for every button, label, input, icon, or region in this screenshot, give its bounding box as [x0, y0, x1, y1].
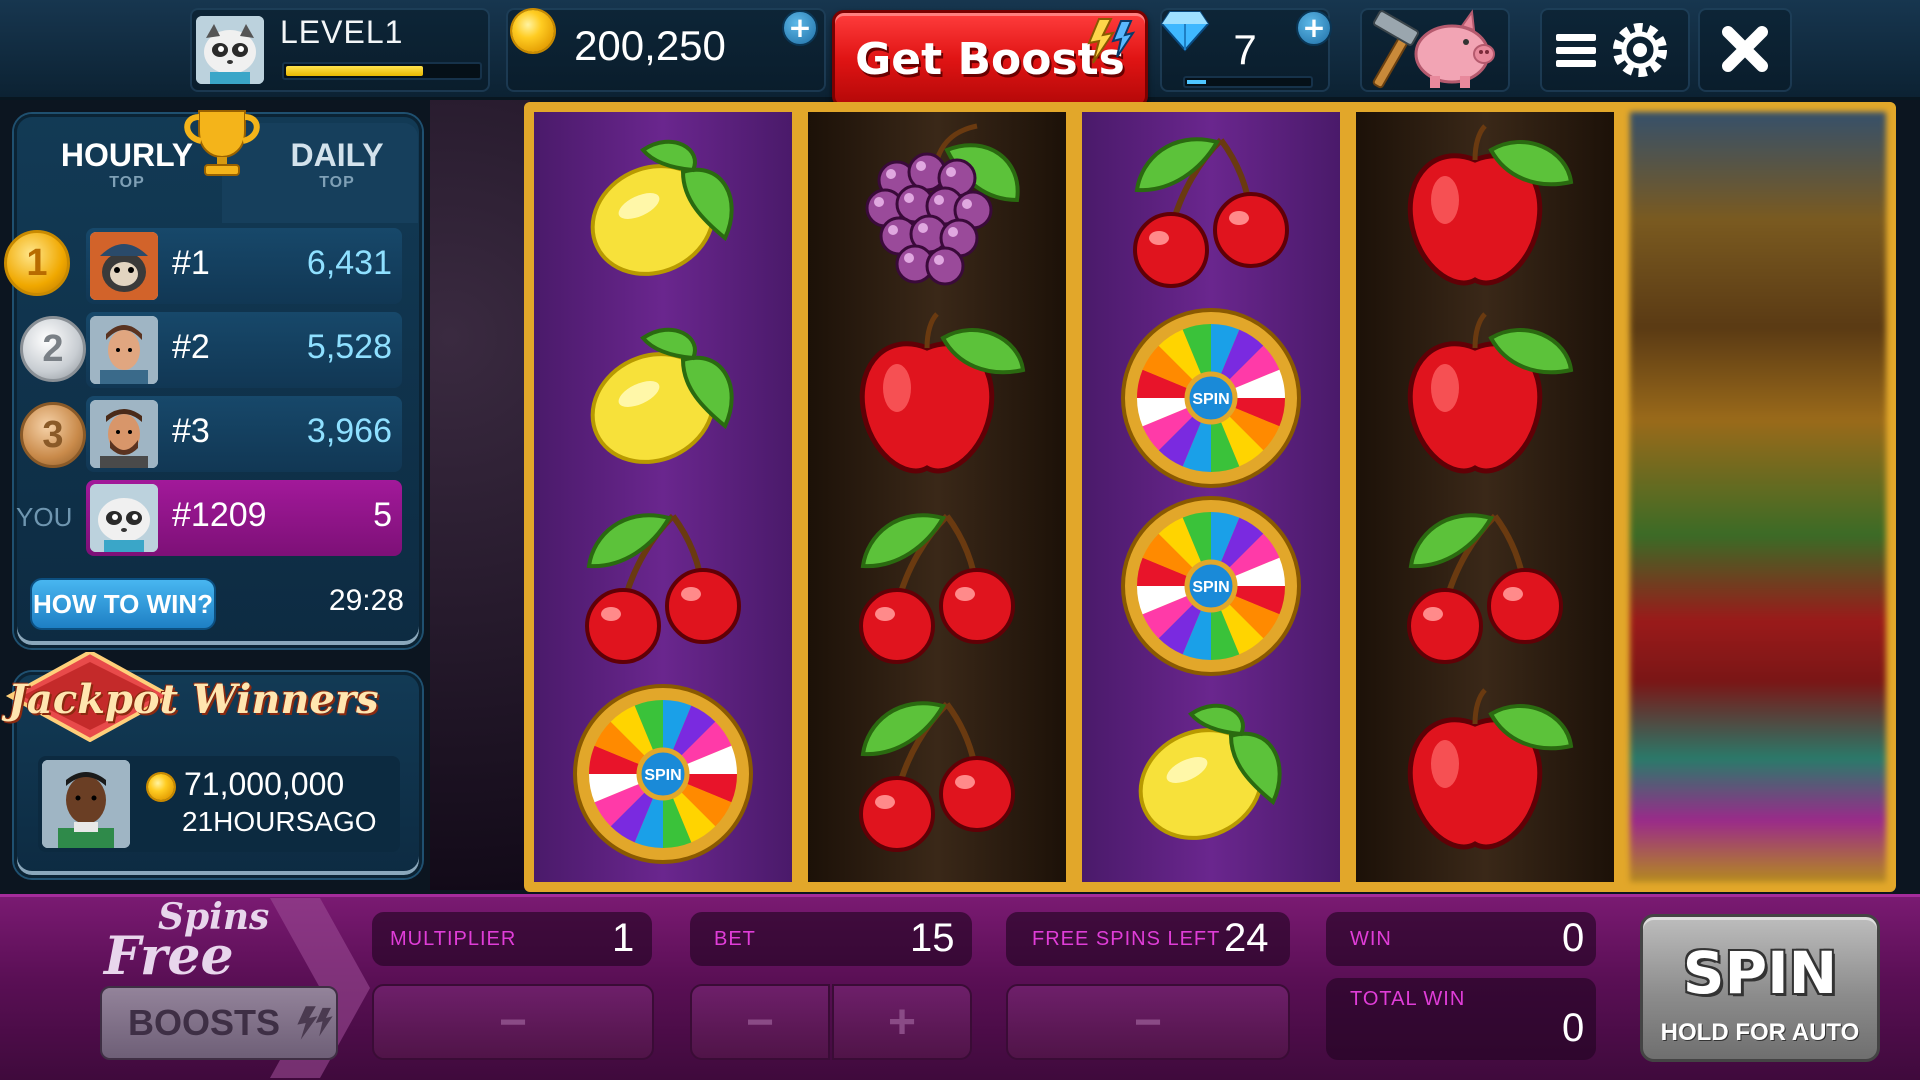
bet-increase-button[interactable]: + — [832, 984, 972, 1060]
reel-1: SPIN — [534, 112, 792, 882]
tab-daily-label: DAILY — [290, 137, 384, 173]
medal-2-label: 2 — [42, 327, 64, 370]
lemon-icon — [1101, 684, 1321, 864]
leaderboard-row: #3 3,966 — [86, 396, 402, 472]
leaderboard-row: #2 5,528 — [86, 312, 402, 388]
coin-icon — [512, 10, 554, 52]
apple-icon — [827, 308, 1047, 488]
level-label: LEVEL1 — [280, 14, 404, 50]
free-spins-left-label: FREE SPINS LEFT — [1032, 928, 1221, 950]
close-button[interactable] — [1698, 8, 1792, 92]
cherry-icon — [827, 684, 1047, 864]
your-rank-row: #1209 5 — [86, 480, 402, 556]
coins-balance: 200,250 — [574, 22, 726, 69]
spin-label: SPIN — [1682, 939, 1838, 1007]
boosts-button[interactable]: BOOSTS — [100, 986, 338, 1060]
gem-progress-fill — [1187, 80, 1206, 84]
leaderboard-timer: 29:28 — [328, 584, 404, 617]
cherry-icon — [1101, 120, 1321, 300]
spin-button[interactable]: SPIN HOLD FOR AUTO — [1640, 914, 1880, 1062]
rank-number: #3 — [172, 412, 210, 450]
wheel-icon: SPIN — [1101, 496, 1321, 676]
rank-score: 5,528 — [306, 328, 392, 366]
svg-text:SPIN: SPIN — [1192, 579, 1229, 596]
your-rank-number: #1209 — [172, 496, 267, 534]
gem-progress-bar — [1183, 76, 1313, 88]
gems-balance: 7 — [1233, 26, 1257, 73]
cherry-icon — [1375, 496, 1595, 676]
multiplier-decrease-button[interactable]: − — [372, 984, 654, 1060]
cherry-icon — [553, 496, 773, 676]
spin-sub-label: HOLD FOR AUTO — [1660, 1019, 1860, 1046]
lemon-icon — [553, 120, 773, 300]
free-spins-bottom-text: Free — [104, 926, 234, 987]
coin-icon — [148, 774, 174, 800]
multiplier-label: MULTIPLIER — [390, 928, 517, 950]
apple-icon — [1375, 120, 1595, 300]
you-label: YOU — [16, 502, 73, 532]
rank-number: #1 — [172, 244, 210, 282]
avatar — [90, 232, 158, 300]
tab-daily[interactable]: DAILY TOP — [247, 137, 427, 192]
player-avatar[interactable] — [196, 16, 264, 84]
cherry-icon — [827, 496, 1047, 676]
tab-daily-sub: TOP — [319, 174, 355, 191]
wheel-icon: SPIN — [1101, 308, 1321, 488]
medal-3-label: 3 — [42, 413, 64, 456]
close-icon — [1722, 26, 1768, 72]
avatar — [90, 316, 158, 384]
spinning-reel — [1630, 112, 1886, 882]
reel-2 — [808, 112, 1066, 882]
jackpot-winner-avatar — [42, 760, 130, 848]
free-spins-left-value: 24 — [1224, 916, 1269, 960]
your-score: 5 — [373, 496, 392, 534]
apple-icon — [1375, 684, 1595, 864]
trophy-icon — [184, 110, 260, 176]
level-progress-fill — [286, 66, 424, 76]
total-win-value: 0 — [1562, 1006, 1585, 1050]
menu-settings-button[interactable] — [1540, 8, 1690, 92]
get-boosts-button[interactable]: Get Boosts — [832, 10, 1148, 108]
rank-score: 3,966 — [306, 412, 392, 450]
avatar — [90, 400, 158, 468]
free-spins-decrease-button[interactable]: − — [1006, 984, 1290, 1060]
jackpot-winners-title: Jackpot Winners — [8, 676, 379, 723]
bet-label: BET — [714, 928, 756, 950]
win-label: WIN — [1350, 928, 1392, 950]
leaderboard-row: #1 6,431 — [86, 228, 402, 304]
jackpot-time-ago: 21HOURSAGO — [182, 806, 377, 837]
add-coins-button[interactable]: + — [782, 10, 818, 46]
slot-background — [430, 100, 530, 890]
reel-4 — [1356, 112, 1614, 882]
rank-number: #2 — [172, 328, 210, 366]
avatar — [90, 484, 158, 552]
silver-medal-icon: 2 — [20, 316, 86, 382]
bet-decrease-button[interactable]: − — [690, 984, 830, 1060]
grapes-icon — [827, 120, 1047, 300]
bet-value: 15 — [910, 916, 955, 960]
level-progress-bar — [282, 62, 482, 80]
lemon-icon — [553, 308, 773, 488]
jackpot-amount: 71,000,000 — [184, 766, 345, 802]
medal-1-label: 1 — [26, 241, 48, 284]
add-gems-button[interactable]: + — [1296, 10, 1332, 46]
gold-medal-icon: 1 — [4, 230, 70, 296]
total-win-label: TOTAL WIN — [1350, 988, 1466, 1010]
lightning-icon — [1087, 18, 1136, 64]
multiplier-value: 1 — [612, 916, 635, 960]
lightning-icon — [297, 1006, 333, 1040]
reel-3: SPIN SPIN — [1082, 112, 1340, 882]
hammer-piggy-icon — [1372, 9, 1495, 89]
boosts-label: BOOSTS — [128, 1002, 281, 1043]
wheel-icon: SPIN — [553, 684, 773, 864]
piggy-bank-button[interactable] — [1360, 8, 1510, 92]
svg-text:SPIN: SPIN — [644, 767, 681, 784]
how-to-win-button[interactable]: HOW TO WIN? — [30, 578, 216, 630]
svg-text:SPIN: SPIN — [1192, 391, 1229, 408]
bronze-medal-icon: 3 — [20, 402, 86, 468]
win-value: 0 — [1562, 916, 1585, 960]
apple-icon — [1375, 308, 1595, 488]
menu-gear-icon — [1556, 23, 1667, 77]
rank-score: 6,431 — [306, 244, 392, 282]
